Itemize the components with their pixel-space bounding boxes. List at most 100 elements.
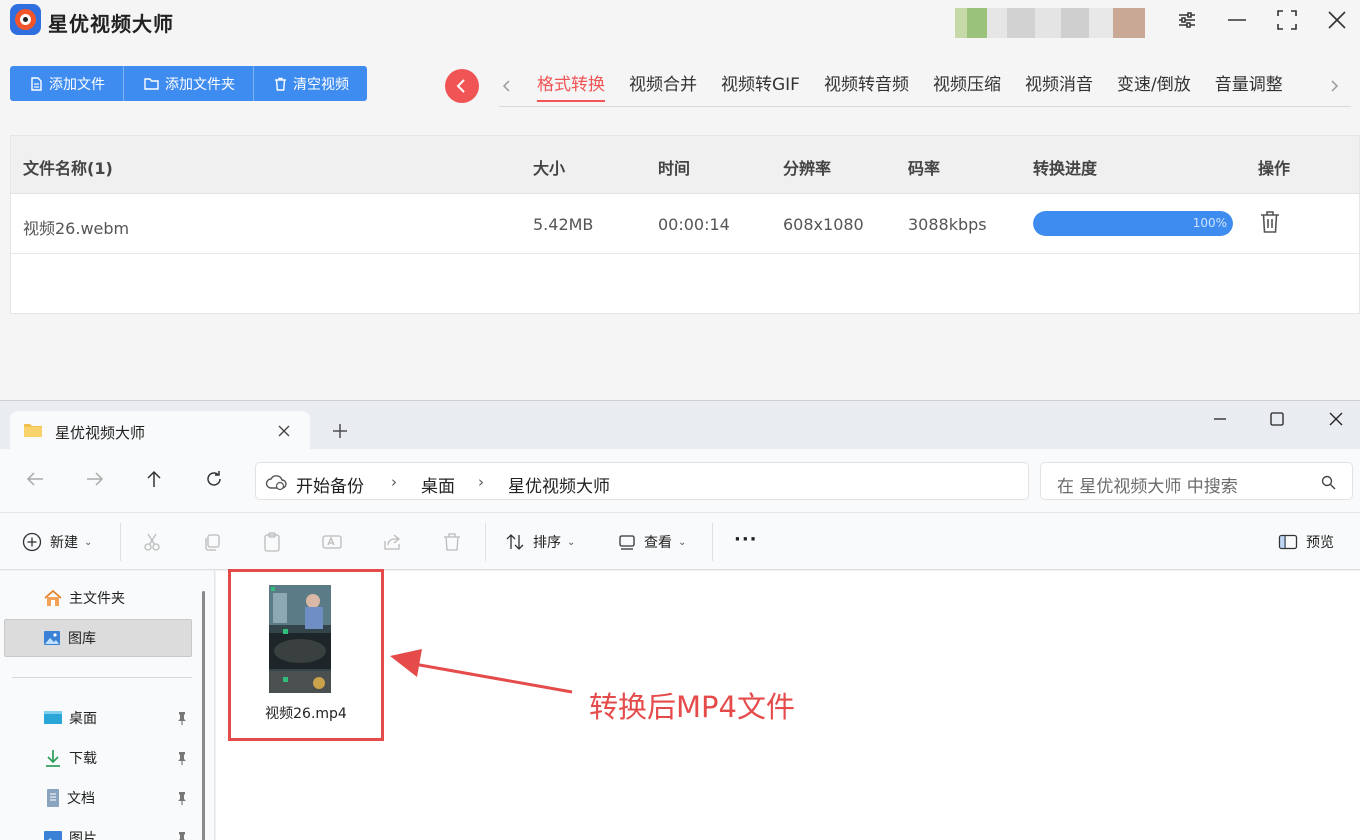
sidebar-item-label: 桌面 (69, 711, 97, 727)
address-bar[interactable]: 开始备份 › 桌面 › 星优视频大师 (255, 462, 1029, 500)
tab-video-to-gif[interactable]: 视频转GIF (709, 72, 812, 106)
tab-video-compress[interactable]: 视频压缩 (921, 72, 1013, 106)
preview-button[interactable]: 预览 (1278, 532, 1334, 552)
video-frame-image (269, 585, 331, 693)
explorer-tab-title: 星优视频大师 (55, 424, 146, 442)
copy-icon[interactable] (202, 532, 222, 552)
sidebar-item-documents[interactable]: 文档 (0, 779, 200, 817)
pin-icon[interactable] (176, 831, 188, 840)
cell-size: 5.42MB (533, 215, 594, 234)
app-titlebar: 星优视频大师 (0, 0, 1360, 44)
divider (485, 523, 486, 561)
close-tab-icon[interactable] (277, 424, 291, 438)
app-title: 星优视频大师 (48, 12, 174, 36)
tab-video-mute[interactable]: 视频消音 (1013, 72, 1105, 106)
col-name: 文件名称(1) (23, 159, 113, 178)
share-icon[interactable] (382, 532, 402, 552)
picture-icon (44, 831, 62, 840)
file-item-highlight[interactable]: 视频26.mp4 (228, 569, 384, 741)
add-file-button[interactable]: 添加文件 (10, 66, 124, 101)
file-icon (31, 76, 42, 91)
back-button[interactable] (445, 69, 479, 103)
search-input[interactable]: 在 星优视频大师 中搜索 (1040, 462, 1353, 500)
back-arrow-icon[interactable] (25, 469, 45, 489)
sort-button[interactable]: 排序 ⌄ (505, 532, 575, 552)
forward-arrow-icon[interactable] (85, 469, 105, 489)
sidebar-item-desktop[interactable]: 桌面 (0, 699, 200, 737)
explorer-navbar: 开始备份 › 桌面 › 星优视频大师 在 星优视频大师 中搜索 (0, 449, 1360, 512)
delete-icon[interactable] (442, 532, 462, 552)
breadcrumb-desktop[interactable]: 桌面 (421, 472, 455, 497)
video-thumbnail (269, 585, 331, 693)
up-arrow-icon[interactable] (144, 469, 164, 489)
tab-video-merge[interactable]: 视频合并 (617, 72, 709, 106)
sidebar-item-home[interactable]: 主文件夹 (0, 579, 200, 617)
tab-speed-reverse[interactable]: 变速/倒放 (1105, 72, 1203, 106)
tab-video-to-audio[interactable]: 视频转音频 (812, 72, 921, 106)
chevron-down-icon: ⌄ (84, 536, 93, 548)
add-folder-button[interactable]: 添加文件夹 (124, 66, 254, 101)
folder-icon (24, 424, 42, 437)
minimize-icon[interactable] (1225, 8, 1249, 32)
rename-icon[interactable] (322, 532, 342, 552)
search-icon[interactable] (1321, 475, 1336, 490)
close-icon[interactable] (1325, 8, 1349, 32)
explorer-tab[interactable]: 星优视频大师 (10, 411, 310, 449)
pin-icon[interactable] (176, 711, 188, 725)
cut-icon[interactable] (142, 532, 162, 552)
command-bar: 新建 ⌄ 排序 ⌄ 查看 ⌄ ··· 预览 (0, 512, 1360, 570)
new-button[interactable]: 新建 ⌄ (22, 532, 92, 552)
converter-app: 星优视频大师 添加文件 添加文件夹 清空视频 格式转换 视频合并 视频转GIF … (0, 0, 1360, 400)
settings-sliders-icon[interactable] (1175, 8, 1199, 32)
sidebar-item-gallery[interactable]: 图库 (4, 619, 192, 657)
pin-icon[interactable] (176, 751, 188, 765)
pin-icon[interactable] (176, 791, 188, 805)
table-row[interactable]: 视频26.webm 5.42MB 00:00:14 608x1080 3088k… (11, 194, 1359, 254)
annotation-text: 转换后MP4文件 (589, 690, 795, 724)
delete-row-icon[interactable] (1259, 210, 1281, 234)
new-tab-icon[interactable] (332, 423, 348, 439)
tab-format-convert[interactable]: 格式转换 (525, 72, 617, 106)
sidebar-item-pictures[interactable]: 图片 (0, 819, 200, 840)
maximize-icon[interactable] (1269, 411, 1285, 427)
breadcrumb-separator-icon[interactable]: › (391, 473, 397, 491)
sidebar-item-downloads[interactable]: 下载 (0, 739, 200, 777)
gallery-icon (44, 631, 60, 645)
download-icon (46, 750, 60, 767)
chevron-down-icon: ⌄ (678, 536, 687, 548)
tabs-scroll-right-icon[interactable] (1327, 76, 1341, 96)
document-icon (47, 789, 59, 807)
paste-icon[interactable] (262, 532, 282, 552)
sidebar-scrollbar[interactable] (202, 591, 205, 840)
tabs-scroll-left-icon[interactable] (500, 76, 514, 96)
search-placeholder: 在 星优视频大师 中搜索 (1057, 477, 1238, 497)
breadcrumb-separator-icon[interactable]: › (478, 473, 484, 491)
divider (12, 677, 192, 678)
close-icon[interactable] (1328, 411, 1344, 427)
sidebar-item-label: 主文件夹 (69, 591, 125, 607)
app-logo-icon (10, 4, 41, 35)
user-avatar[interactable] (955, 8, 1145, 38)
refresh-icon[interactable] (204, 469, 224, 489)
view-button[interactable]: 查看 ⌄ (618, 532, 686, 552)
navigation-pane: 主文件夹 图库 桌面 下载 文档 图片 (0, 571, 215, 840)
breadcrumb-folder[interactable]: 星优视频大师 (508, 472, 610, 497)
file-name: 视频26.mp4 (265, 706, 347, 722)
progress-percent: 100% (1192, 216, 1227, 230)
more-options-icon[interactable]: ··· (734, 529, 758, 550)
minimize-icon[interactable] (1212, 411, 1228, 427)
breadcrumb-backup[interactable]: 开始备份 (296, 472, 364, 497)
chevron-left-icon (456, 79, 465, 93)
sidebar-item-label: 图片 (69, 831, 97, 840)
cell-resolution: 608x1080 (783, 215, 864, 234)
annotation-arrow (390, 649, 573, 694)
tab-volume-adjust[interactable]: 音量调整 (1203, 72, 1295, 106)
tabs-divider (499, 106, 1351, 107)
divider (712, 523, 713, 561)
add-file-label: 添加文件 (49, 76, 105, 93)
sidebar-item-label: 图库 (68, 631, 96, 647)
clear-videos-button[interactable]: 清空视频 (254, 66, 367, 101)
explorer-tabbar: 星优视频大师 (0, 401, 1360, 449)
feature-tabs: 格式转换 视频合并 视频转GIF 视频转音频 视频压缩 视频消音 变速/倒放 音… (525, 72, 1295, 106)
fullscreen-icon[interactable] (1275, 8, 1299, 32)
